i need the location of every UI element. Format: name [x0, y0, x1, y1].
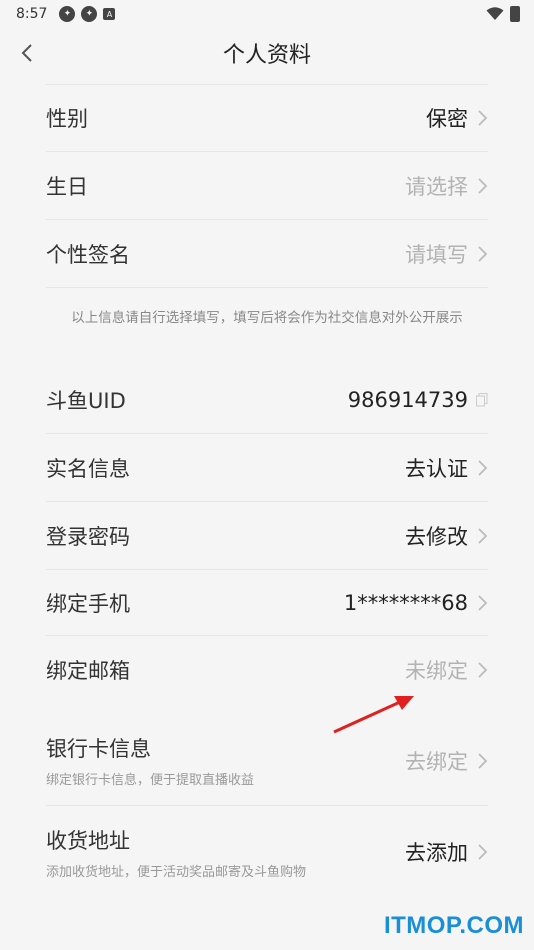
row-value: 未绑定 — [405, 659, 468, 683]
status-time: 8:57 — [16, 6, 48, 22]
row-signature[interactable]: 个性签名 请填写 — [46, 220, 488, 288]
status-bar: 8:57 ✦ ✦ A — [0, 0, 534, 28]
battery-icon — [510, 6, 520, 22]
row-label: 绑定手机 — [46, 591, 130, 616]
row-value: 去修改 — [405, 524, 468, 549]
row-value: 1********68 — [343, 590, 468, 615]
row-value: 请填写 — [405, 242, 468, 267]
row-value: 去绑定 — [405, 749, 468, 774]
row-label: 银行卡信息 — [46, 737, 151, 761]
row-label: 登录密码 — [46, 524, 130, 549]
row-value: 去添加 — [405, 841, 468, 865]
row-label: 个性签名 — [46, 242, 130, 267]
row-address[interactable]: 收货地址 添加收货地址，便于活动奖品邮寄及斗鱼购物 去添加 — [46, 806, 488, 898]
chevron-right-icon — [478, 662, 488, 678]
notification-app-icon: ✦ — [59, 6, 76, 22]
row-label: 性别 — [46, 107, 88, 131]
row-uid[interactable]: 斗鱼UID 986914739 — [46, 366, 488, 434]
chevron-right-icon — [478, 459, 488, 476]
privacy-note: 以上信息请自行选择填写，填写后将会作为社交信息对外公开展示 — [71, 310, 463, 326]
chevron-right-icon — [478, 110, 488, 126]
row-sublabel: 添加收货地址，便于活动奖品邮寄及斗鱼购物 — [46, 864, 307, 880]
row-password[interactable]: 登录密码 去修改 — [46, 502, 488, 570]
page-title: 个人资料 — [222, 43, 311, 68]
row-realname[interactable]: 实名信息 去认证 — [46, 434, 488, 502]
chevron-left-icon — [21, 44, 32, 62]
row-gender[interactable]: 性别 保密 — [46, 84, 488, 152]
row-bank-card[interactable]: 银行卡信息 绑定银行卡信息，便于提取直播收益 去绑定 — [46, 716, 488, 806]
chevron-right-icon — [478, 527, 488, 544]
chevron-right-icon — [478, 177, 488, 194]
row-sublabel: 绑定银行卡信息，便于提取直播收益 — [46, 773, 255, 788]
row-phone[interactable]: 绑定手机 1********68 — [46, 570, 488, 636]
row-value: 去认证 — [405, 456, 468, 481]
notification-letter-icon: A — [103, 8, 116, 20]
row-label: 实名信息 — [46, 456, 130, 481]
row-label: 斗鱼UID — [46, 388, 126, 413]
copy-icon[interactable] — [476, 392, 488, 407]
row-label: 生日 — [46, 174, 88, 199]
row-value: 请选择 — [405, 174, 468, 199]
row-value: 保密 — [426, 107, 468, 131]
row-birthday[interactable]: 生日 请选择 — [46, 152, 488, 220]
uid-value: 986914739 — [347, 387, 468, 412]
chevron-right-icon — [478, 752, 488, 769]
wifi-icon — [486, 7, 504, 20]
watermark: ITMOP.COM — [383, 912, 524, 939]
status-notification-icons: ✦ ✦ A — [59, 6, 116, 22]
chevron-right-icon — [478, 844, 488, 860]
page-header: 个人资料 — [0, 28, 534, 78]
notification-app-icon-2: ✦ — [81, 6, 98, 22]
chevron-right-icon — [478, 594, 488, 611]
row-email[interactable]: 绑定邮箱 未绑定 — [46, 636, 488, 704]
back-button[interactable] — [12, 38, 42, 68]
chevron-right-icon — [478, 245, 488, 262]
row-label: 绑定邮箱 — [46, 659, 130, 683]
row-label: 收货地址 — [46, 828, 130, 853]
